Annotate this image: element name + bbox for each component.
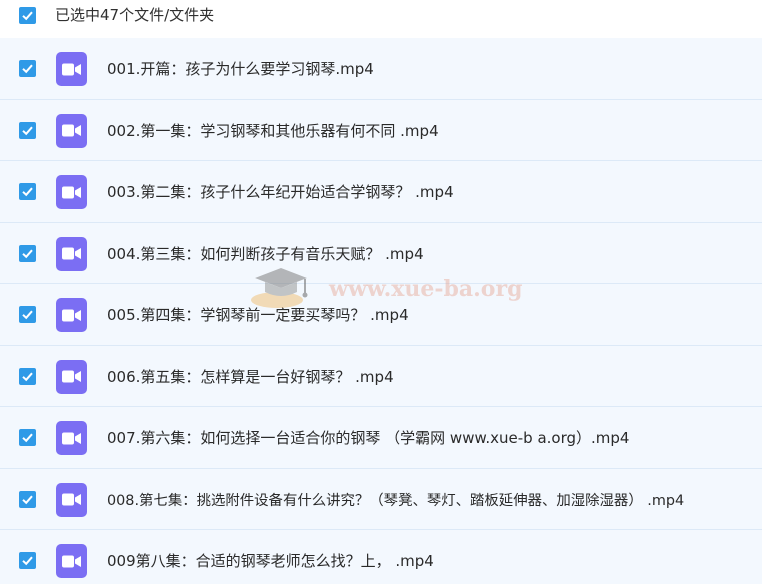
file-row[interactable]: 007.第六集：如何选择一台适合你的钢琴 （学霸网 www.xue-b a.or…: [0, 407, 762, 469]
checkmark-icon: [22, 11, 33, 21]
file-checkbox[interactable]: [19, 367, 36, 385]
selection-count-label: 已选中47个文件/文件夹: [55, 6, 215, 24]
checkmark-icon: [22, 495, 33, 504]
checkmark-icon: [22, 556, 33, 566]
file-checkbox[interactable]: [19, 121, 36, 139]
file-name: 001.开篇：孩子为什么要学习钢琴.mp4: [107, 60, 374, 78]
file-checkbox[interactable]: [19, 60, 36, 77]
video-icon: [56, 175, 87, 209]
file-row[interactable]: 006.第五集：怎样算是一台好钢琴？ .mp4: [0, 345, 762, 407]
file-row[interactable]: 008.第七集：挑选附件设备有什么讲究？（琴凳、琴灯、踏板延伸器、加湿除湿器） …: [0, 468, 762, 530]
file-row[interactable]: 005.第四集：学钢琴前一定要买琴吗？ .mp4: [0, 284, 762, 346]
select-all-checkbox[interactable]: [19, 7, 36, 24]
file-list: 001.开篇：孩子为什么要学习钢琴.mp4 002.第一集：学习钢琴和其他乐器有…: [0, 38, 762, 584]
video-icon: [56, 52, 87, 86]
file-name: 003.第二集：孩子什么年纪开始适合学钢琴？ .mp4: [107, 183, 454, 201]
checkmark-icon: [22, 187, 33, 197]
file-row[interactable]: 001.开篇：孩子为什么要学习钢琴.mp4: [0, 38, 762, 100]
video-icon: [56, 421, 87, 455]
file-name: 004.第三集：如何判断孩子有音乐天赋？ .mp4: [107, 244, 424, 263]
file-row[interactable]: 002.第一集：学习钢琴和其他乐器有何不同 .mp4: [0, 99, 762, 161]
video-icon: [56, 359, 87, 394]
video-icon: [56, 236, 87, 271]
file-name: 006.第五集：怎样算是一台好钢琴？ .mp4: [107, 367, 394, 386]
selection-header: 已选中47个文件/文件夹: [0, 0, 762, 38]
file-checkbox[interactable]: [19, 490, 36, 508]
file-name: 005.第四集：学钢琴前一定要买琴吗？ .mp4: [107, 306, 409, 324]
checkmark-icon: [22, 64, 33, 74]
file-checkbox[interactable]: [19, 183, 36, 200]
checkmark-icon: [22, 372, 33, 381]
file-checkbox[interactable]: [19, 306, 36, 323]
checkmark-icon: [22, 249, 33, 258]
file-row[interactable]: 009第八集：合适的钢琴老师怎么找？上， .mp4: [0, 530, 762, 584]
file-checkbox[interactable]: [19, 429, 36, 446]
file-checkbox[interactable]: [19, 244, 36, 262]
checkmark-icon: [22, 433, 33, 443]
file-name: 009第八集：合适的钢琴老师怎么找？上， .mp4: [107, 552, 434, 570]
video-icon: [56, 113, 87, 148]
video-icon: [56, 298, 87, 332]
video-icon: [56, 544, 87, 578]
file-name: 008.第七集：挑选附件设备有什么讲究？（琴凳、琴灯、踏板延伸器、加湿除湿器） …: [107, 492, 685, 509]
file-name: 007.第六集：如何选择一台适合你的钢琴 （学霸网 www.xue-b a.or…: [107, 429, 630, 447]
checkmark-icon: [22, 310, 33, 320]
file-list-screen: 已选中47个文件/文件夹 001.开篇：孩子为什么要学习钢琴.mp4 002.第…: [0, 0, 762, 584]
file-row[interactable]: 004.第三集：如何判断孩子有音乐天赋？ .mp4: [0, 222, 762, 284]
video-icon: [56, 482, 87, 517]
file-checkbox[interactable]: [19, 552, 36, 569]
checkmark-icon: [22, 126, 33, 135]
file-name: 002.第一集：学习钢琴和其他乐器有何不同 .mp4: [107, 121, 439, 140]
file-row[interactable]: 003.第二集：孩子什么年纪开始适合学钢琴？ .mp4: [0, 161, 762, 223]
